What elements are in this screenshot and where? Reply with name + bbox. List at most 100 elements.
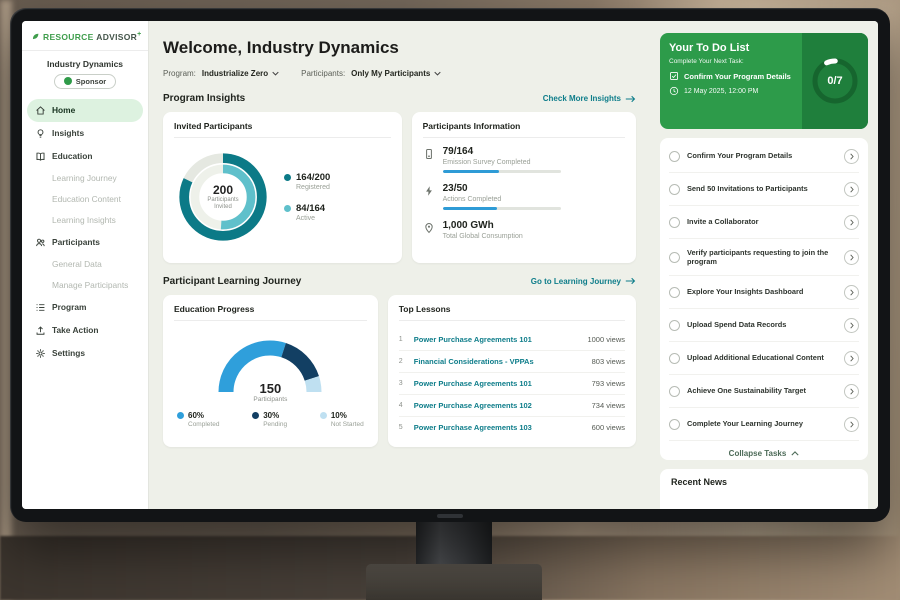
top-lessons-list: 1 Power Purchase Agreements 101 1000 vie…: [399, 329, 625, 438]
lesson-title-link[interactable]: Financial Considerations - VPPAs: [414, 357, 585, 366]
go-to-learning-journey-link[interactable]: Go to Learning Journey: [531, 277, 636, 286]
task-chevron-button[interactable]: [844, 417, 859, 432]
lesson-title-link[interactable]: Power Purchase Agreements 103: [414, 423, 585, 432]
main-content: Welcome, Industry Dynamics Program: Indu…: [149, 21, 650, 509]
sidebar-item-label: Home: [52, 105, 75, 115]
task-chevron-button[interactable]: [844, 285, 859, 300]
task-row-achieve-one-sustainability-target[interactable]: Achieve One Sustainability Target: [669, 375, 859, 408]
org-name: Industry Dynamics: [22, 51, 148, 69]
sidebar-item-insights[interactable]: Insights: [27, 122, 143, 145]
task-row-invite-a-collaborator[interactable]: Invite a Collaborator: [669, 206, 859, 239]
learning-journey-header: Participant Learning Journey Go to Learn…: [163, 276, 636, 287]
task-checkbox[interactable]: [669, 217, 680, 228]
todo-summary-card: Your To Do List Complete Your Next Task:…: [660, 33, 868, 129]
donut-legend-item: 84/164 Active: [284, 203, 330, 222]
task-row-complete-your-learning-journey[interactable]: Complete Your Learning Journey: [669, 408, 859, 441]
task-checkbox[interactable]: [669, 151, 680, 162]
chevron-down-icon: [434, 71, 441, 76]
stat-value: 1,000 GWh: [443, 220, 523, 231]
chevron-down-icon: [272, 71, 279, 76]
task-row-send-50-invitations-to-participants[interactable]: Send 50 Invitations to Participants: [669, 173, 859, 206]
sidebar-item-home[interactable]: Home: [27, 99, 143, 122]
lesson-row[interactable]: 2 Financial Considerations - VPPAs 803 v…: [399, 351, 625, 373]
invited-card-title: Invited Participants: [174, 121, 391, 138]
task-checkbox[interactable]: [669, 353, 680, 364]
task-chevron-button[interactable]: [844, 351, 859, 366]
lesson-title-link[interactable]: Power Purchase Agreements 101: [414, 379, 585, 388]
task-row-verify-participants-requesting-to-join-t[interactable]: Verify participants requesting to join t…: [669, 239, 859, 276]
tasks-list: Confirm Your Program Details Send 50 Inv…: [669, 140, 859, 441]
task-row-upload-spend-data-records[interactable]: Upload Spend Data Records: [669, 309, 859, 342]
stat-row: 23/50 Actions Completed: [423, 183, 625, 210]
task-chevron-button[interactable]: [844, 250, 859, 265]
task-chevron-button[interactable]: [844, 149, 859, 164]
stat-label: Emission Survey Completed: [443, 159, 561, 166]
take-action-icon: [35, 325, 46, 336]
recent-news-card[interactable]: Recent News: [660, 469, 868, 509]
program-icon: [35, 302, 46, 313]
sidebar-item-take-action[interactable]: Take Action: [27, 319, 143, 342]
lesson-title-link[interactable]: Power Purchase Agreements 101: [414, 335, 581, 344]
task-checkbox[interactable]: [669, 184, 680, 195]
task-row-upload-additional-educational-content[interactable]: Upload Additional Educational Content: [669, 342, 859, 375]
lesson-row[interactable]: 1 Power Purchase Agreements 101 1000 vie…: [399, 329, 625, 351]
sidebar-item-learning-journey[interactable]: Learning Journey: [27, 168, 143, 189]
lesson-title-link[interactable]: Power Purchase Agreements 102: [414, 401, 585, 410]
legend-value: 60%: [188, 411, 204, 420]
task-label: Achieve One Sustainability Target: [687, 386, 837, 396]
legend-label: Not Started: [331, 421, 364, 428]
lesson-row[interactable]: 4 Power Purchase Agreements 102 734 view…: [399, 395, 625, 417]
check-more-insights-link[interactable]: Check More Insights: [543, 94, 636, 103]
program-insights-cards: Invited Participants: [163, 112, 636, 263]
sidebar-item-education-content[interactable]: Education Content: [27, 189, 143, 210]
donut-center-label: Participants Invited: [202, 197, 244, 212]
todo-next-task[interactable]: Confirm Your Program Details: [669, 71, 793, 81]
task-label: Complete Your Learning Journey: [687, 419, 837, 429]
stat-label: Actions Completed: [443, 196, 561, 203]
task-label: Confirm Your Program Details: [687, 151, 837, 161]
task-checkbox[interactable]: [669, 320, 680, 331]
task-checkbox[interactable]: [669, 419, 680, 430]
sidebar-item-learning-insights[interactable]: Learning Insights: [27, 210, 143, 231]
sidebar-item-settings[interactable]: Settings: [27, 342, 143, 365]
lesson-views: 803 views: [592, 357, 625, 366]
task-chevron-button[interactable]: [844, 318, 859, 333]
task-checkbox[interactable]: [669, 386, 680, 397]
task-chevron-button[interactable]: [844, 182, 859, 197]
participants-info-stats: 79/164 Emission Survey Completed 23/50 A…: [423, 146, 625, 244]
task-checkbox[interactable]: [669, 287, 680, 298]
participants-info-title: Participants Information: [423, 121, 625, 138]
sidebar-item-manage-participants[interactable]: Manage Participants: [27, 275, 143, 296]
participants-select[interactable]: Only My Participants: [351, 69, 441, 78]
task-chevron-button[interactable]: [844, 215, 859, 230]
invited-participants-card: Invited Participants: [163, 112, 402, 263]
sidebar-item-label: Learning Journey: [52, 173, 117, 183]
education-progress-card: Education Progress 150 Participants 60% …: [163, 295, 378, 447]
leaf-icon: [31, 32, 40, 41]
legend-dot-icon: [320, 412, 327, 419]
task-checkbox[interactable]: [669, 252, 680, 263]
lesson-row[interactable]: 5 Power Purchase Agreements 103 600 view…: [399, 417, 625, 438]
location-pin-icon: [423, 221, 435, 233]
sidebar-item-general-data[interactable]: General Data: [27, 254, 143, 275]
sidebar-nav: Home InsightsEducation Learning Journey Edu…: [22, 96, 148, 368]
lesson-row[interactable]: 3 Power Purchase Agreements 101 793 view…: [399, 373, 625, 395]
legend-label: Pending: [263, 421, 287, 428]
sidebar-item-program[interactable]: Program: [27, 296, 143, 319]
participants-icon: [35, 237, 46, 248]
task-row-explore-your-insights-dashboard[interactable]: Explore Your Insights Dashboard: [669, 276, 859, 309]
sidebar-item-education[interactable]: Education: [27, 145, 143, 168]
sponsor-badge[interactable]: Sponsor: [54, 74, 116, 89]
insights-icon: [35, 128, 46, 139]
sidebar-item-label: Participants: [52, 237, 100, 247]
task-row-confirm-your-program-details[interactable]: Confirm Your Program Details: [669, 140, 859, 173]
screen: RESOURCE ADVISOR+ Industry Dynamics Spon…: [22, 21, 878, 509]
legend-dot-icon: [284, 174, 291, 181]
task-chevron-button[interactable]: [844, 384, 859, 399]
program-select[interactable]: Industrialize Zero: [202, 69, 279, 78]
sidebar-item-participants[interactable]: Participants: [27, 231, 143, 254]
todo-progress-value: 0/7: [810, 56, 860, 106]
collapse-tasks-button[interactable]: Collapse Tasks: [669, 441, 859, 460]
education-progress-title: Education Progress: [174, 304, 367, 321]
sidebar-item-label: Education Content: [52, 194, 121, 204]
